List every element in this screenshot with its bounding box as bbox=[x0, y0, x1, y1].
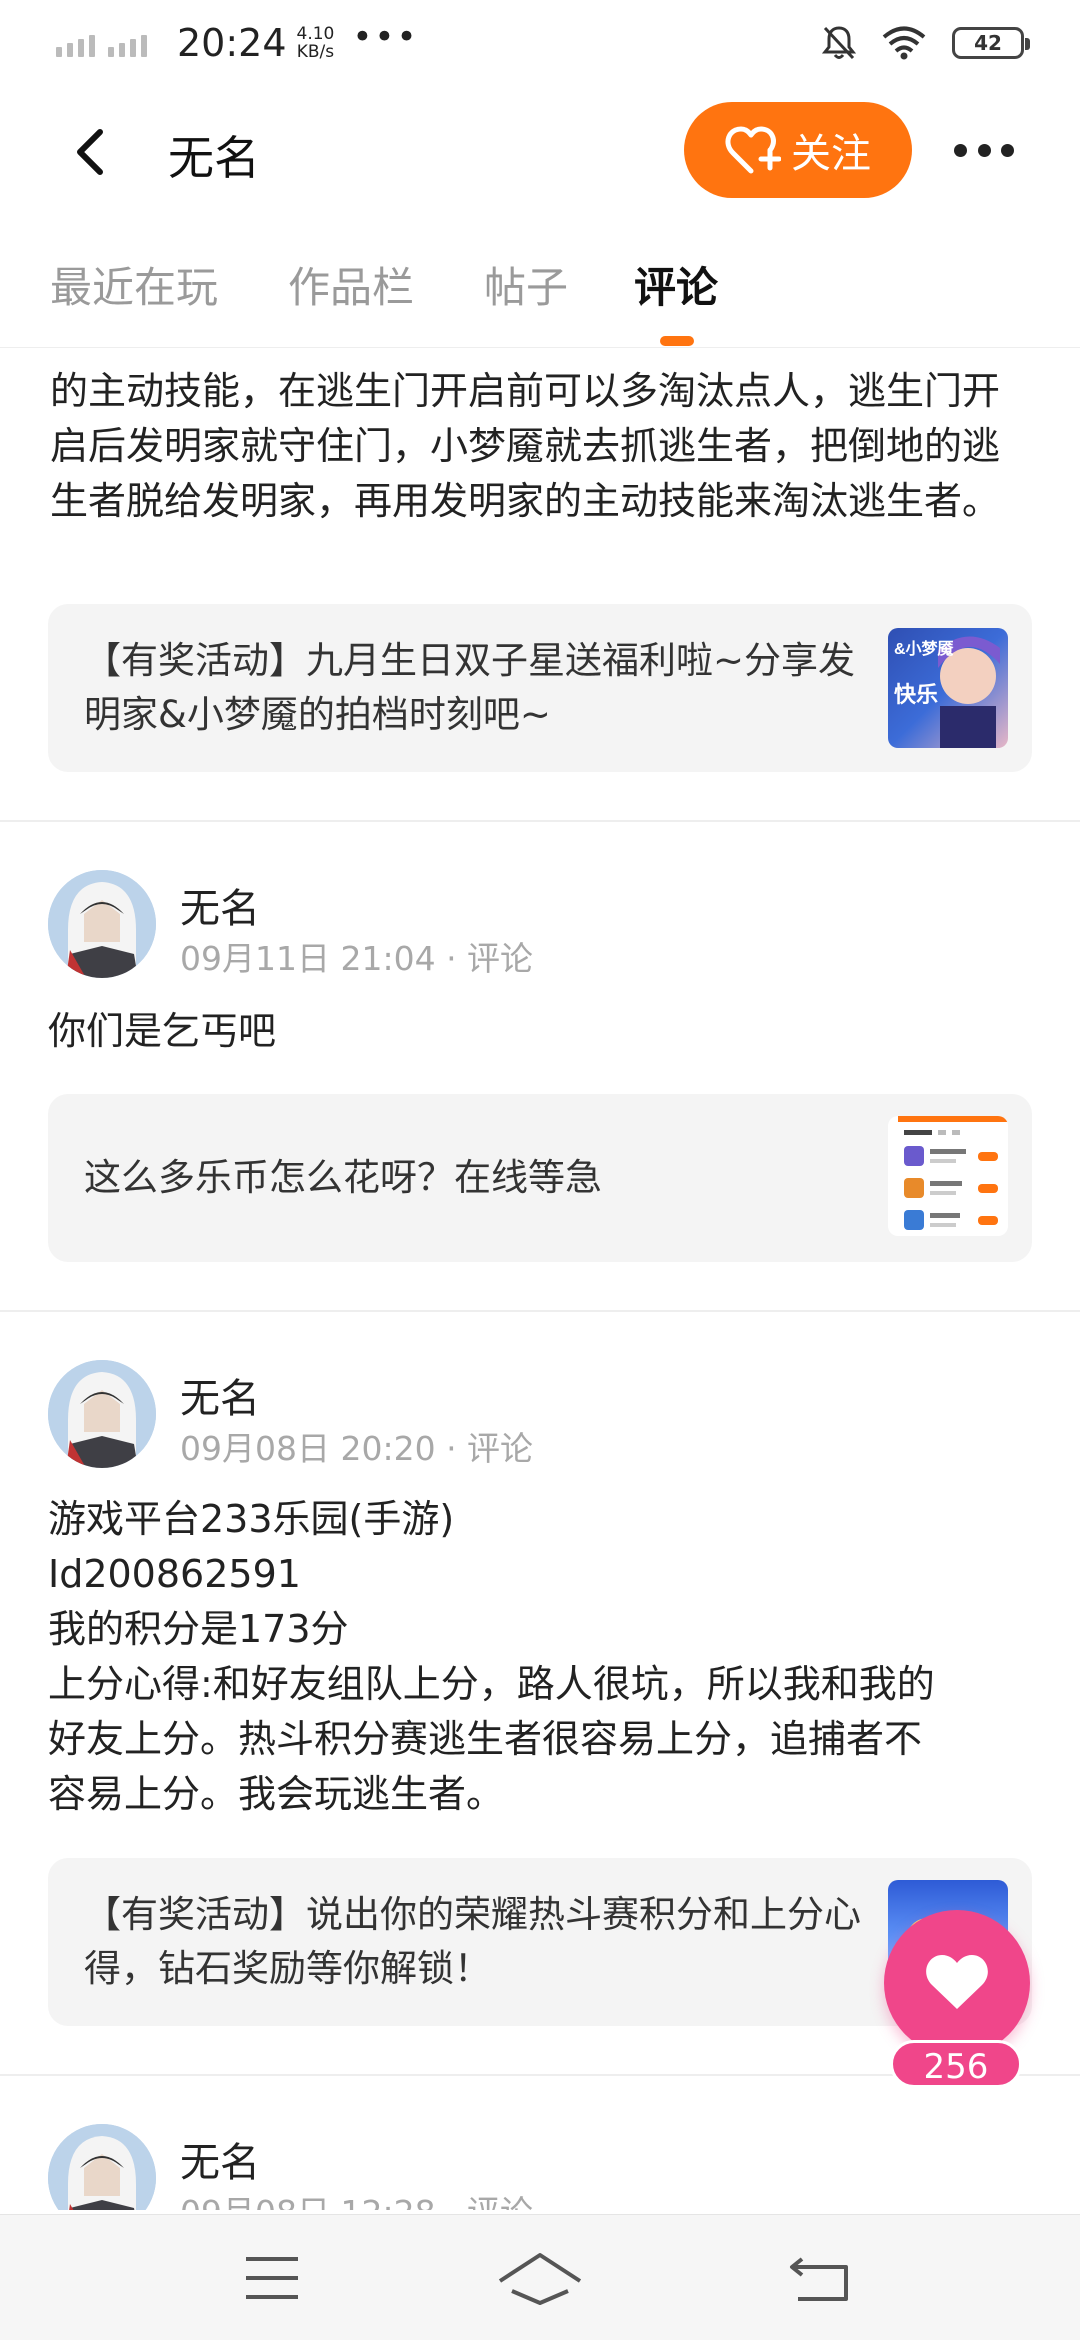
signal-icon bbox=[56, 29, 155, 57]
follow-button[interactable]: 关注 bbox=[684, 102, 912, 198]
topic-card-text: 这么多乐币怎么花呀？在线等急 bbox=[84, 1156, 602, 1199]
post-body-line: 好友上分。热斗积分赛逃生者很容易上分，追捕者不 bbox=[48, 1717, 923, 1761]
wifi-icon bbox=[882, 26, 926, 60]
divider bbox=[0, 1310, 1080, 1312]
tab-recently-played[interactable]: 最近在玩 bbox=[50, 254, 218, 315]
page-title: 无名 bbox=[168, 131, 260, 185]
tab-posts[interactable]: 帖子 bbox=[484, 254, 568, 315]
app-list-screenshot bbox=[898, 1116, 1008, 1230]
linked-topic-card[interactable]: 【有奖活动】说出你的荣耀热斗赛积分和上分心得，钻石奖励等你解锁！ bbox=[48, 1858, 1032, 2026]
app-header: 无名 关注 bbox=[0, 86, 1080, 216]
back-icon[interactable] bbox=[772, 2245, 872, 2311]
topic-thumbnail: &小梦魇 快乐 bbox=[888, 628, 1008, 748]
post-body: 游戏平台233乐园(手游) Id200862591 我的积分是173分 上分心得… bbox=[48, 1492, 1038, 1822]
menu-icon[interactable] bbox=[222, 2245, 322, 2311]
author-name[interactable]: 无名 bbox=[180, 1366, 260, 1424]
svg-text:&小梦魇: &小梦魇 bbox=[894, 639, 955, 658]
more-notifications-icon: ••• bbox=[352, 17, 419, 57]
avatar[interactable] bbox=[48, 870, 156, 978]
avatar[interactable] bbox=[48, 1360, 156, 1468]
post-body: 你们是乞丐吧 bbox=[48, 1009, 277, 1053]
heart-plus-icon bbox=[725, 126, 781, 174]
battery-indicator: 42 bbox=[952, 27, 1030, 59]
active-tab-indicator bbox=[660, 336, 694, 346]
back-arrow-icon[interactable] bbox=[66, 124, 122, 180]
svg-text:快乐: 快乐 bbox=[894, 682, 938, 707]
post-body-line: 容易上分。我会玩逃生者。 bbox=[48, 1772, 505, 1816]
home-icon[interactable] bbox=[490, 2245, 590, 2311]
profile-comments-page: 20:24 4.10 KB/s ••• 42 无名 关注 的主动技能，在逃生门开… bbox=[0, 0, 1080, 2340]
post-meta: 09月11日 21:04 · 评论 bbox=[180, 939, 534, 978]
network-speed: 4.10 KB/s bbox=[296, 24, 335, 62]
like-button[interactable] bbox=[884, 1910, 1030, 2056]
avatar[interactable] bbox=[48, 2124, 156, 2210]
follow-label: 关注 bbox=[791, 131, 871, 177]
divider bbox=[0, 820, 1080, 822]
post-header: 无名 09月08日 12:28 · 评论 bbox=[48, 2124, 1028, 2210]
post-body-line: 游戏平台233乐园(手游) bbox=[48, 1497, 455, 1541]
tab-works[interactable]: 作品栏 bbox=[288, 254, 414, 315]
post-body-line: 我的积分是173分 bbox=[48, 1607, 349, 1651]
linked-topic-card[interactable]: 【有奖活动】九月生日双子星送福利啦~分享发明家&小梦魇的拍档时刻吧~ &小梦魇 … bbox=[48, 604, 1032, 772]
more-options-icon[interactable] bbox=[954, 130, 1014, 170]
post-meta: 09月08日 20:20 · 评论 bbox=[180, 1429, 534, 1468]
like-count: 256 bbox=[890, 2040, 1022, 2088]
post-body-line: Id200862591 bbox=[48, 1552, 301, 1596]
post-meta: 09月08日 12:28 · 评论 bbox=[180, 2186, 533, 2210]
topic-card-text: 【有奖活动】九月生日双子星送福利啦~分享发明家&小梦魇的拍档时刻吧~ bbox=[84, 639, 856, 736]
topic-card-text: 【有奖活动】说出你的荣耀热斗赛积分和上分心得，钻石奖励等你解锁！ bbox=[84, 1893, 861, 1990]
author-name[interactable]: 无名 bbox=[180, 876, 260, 934]
post-header: 无名 09月08日 20:20 · 评论 bbox=[48, 1360, 1028, 1470]
character-image: &小梦魇 快乐 bbox=[894, 636, 1000, 748]
post-header: 无名 09月11日 21:04 · 评论 bbox=[48, 870, 1028, 980]
linked-topic-card[interactable]: 这么多乐币怎么花呀？在线等急 bbox=[48, 1094, 1032, 1262]
system-nav-bar bbox=[0, 2214, 1080, 2340]
author-name[interactable]: 无名 bbox=[180, 2130, 260, 2188]
topic-thumbnail bbox=[888, 1116, 1008, 1236]
status-bar: 20:24 4.10 KB/s ••• 42 bbox=[0, 0, 1080, 86]
profile-tabs: 最近在玩 作品栏 帖子 评论 bbox=[0, 216, 1080, 348]
clock: 20:24 bbox=[177, 21, 287, 65]
tab-comments[interactable]: 评论 bbox=[634, 254, 718, 315]
post-body-line: 上分心得:和好友组队上分，路人很坑，所以我和我的 bbox=[48, 1662, 935, 1706]
mute-icon bbox=[822, 26, 856, 60]
heart-icon bbox=[926, 1955, 988, 2009]
partial-post-body: 的主动技能，在逃生门开启前可以多淘汰点人，逃生门开启后发明家就守住门，小梦魇就去… bbox=[50, 369, 1001, 523]
